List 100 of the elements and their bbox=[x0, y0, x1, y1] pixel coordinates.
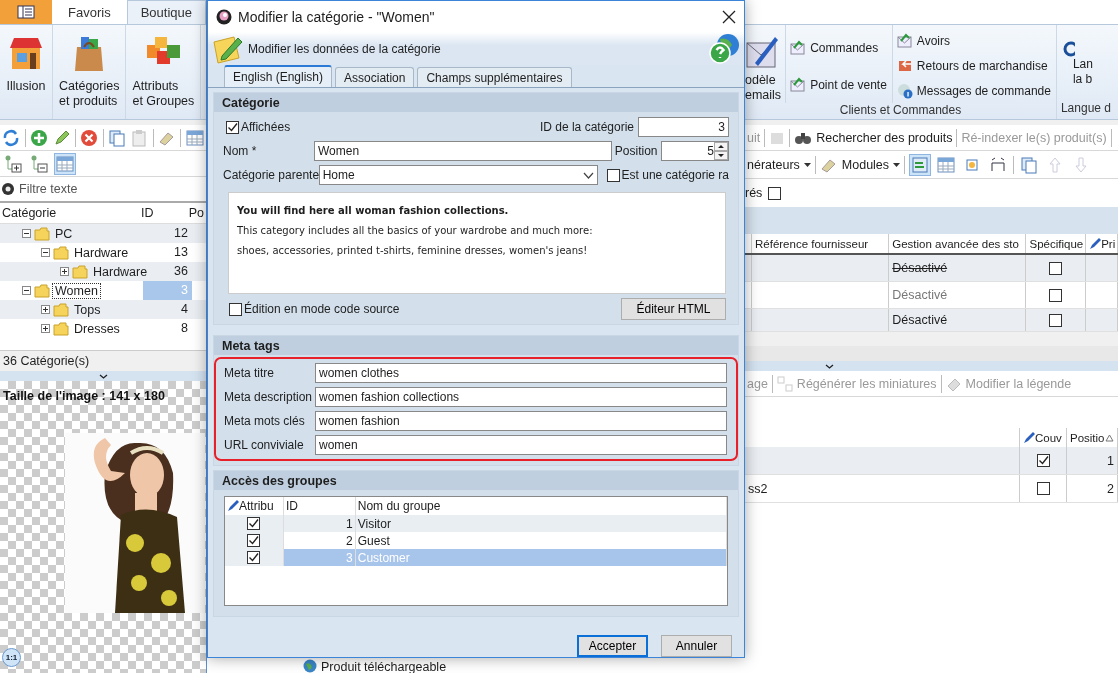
filter-field[interactable]: Filtre texte bbox=[19, 182, 199, 196]
input-field[interactable]: women bbox=[315, 435, 727, 455]
expand-icon[interactable] bbox=[41, 324, 50, 333]
settings-icon[interactable] bbox=[0, 181, 16, 197]
collapse-icon[interactable] bbox=[41, 248, 50, 257]
envelope-icon[interactable] bbox=[790, 76, 807, 93]
checkbox[interactable] bbox=[1036, 454, 1050, 467]
input-field[interactable]: women clothes bbox=[315, 363, 727, 383]
expand-icon[interactable] bbox=[60, 267, 69, 276]
zoom-button[interactable]: 1:1 bbox=[2, 648, 21, 667]
column-header[interactable]: ID bbox=[139, 206, 187, 220]
column-header[interactable]: Référence fournisseur bbox=[752, 234, 890, 253]
collapse-tree-icon[interactable] bbox=[30, 154, 48, 173]
tree-item[interactable]: PC bbox=[53, 226, 75, 241]
ribbon-button-label[interactable]: odèle emails bbox=[745, 73, 782, 103]
field-label: Catégorie parente bbox=[223, 168, 319, 182]
html-editor-button[interactable]: Éditeur HTML bbox=[621, 298, 726, 320]
checkbox[interactable] bbox=[229, 302, 242, 316]
toolbar-button[interactable]: Rechercher des produits bbox=[794, 130, 953, 145]
return-box-icon[interactable] bbox=[896, 58, 913, 74]
collapse-icon[interactable] bbox=[22, 286, 31, 295]
tree-item[interactable]: Hardware bbox=[72, 245, 131, 260]
tab[interactable]: Champs supplémentaires bbox=[417, 67, 572, 87]
spinner-icon[interactable] bbox=[714, 142, 728, 160]
input-field[interactable]: 3 bbox=[638, 117, 729, 137]
grid-icon[interactable] bbox=[56, 155, 74, 172]
column-header[interactable]: Gestion avancée des sto bbox=[889, 234, 1027, 253]
close-icon[interactable] bbox=[722, 9, 736, 24]
column-header[interactable]: Pri bbox=[1086, 234, 1118, 253]
tab[interactable]: English (English) bbox=[224, 65, 333, 87]
pencil-icon[interactable] bbox=[52, 128, 71, 147]
horizontal-scrollbar[interactable] bbox=[745, 346, 1118, 361]
swap-icon[interactable] bbox=[911, 155, 930, 174]
number-field[interactable]: 5 bbox=[661, 141, 729, 161]
collapse-icon[interactable] bbox=[22, 229, 31, 238]
input-field[interactable]: women fashion bbox=[315, 411, 727, 431]
ribbon-item[interactable]: Point de vente bbox=[810, 77, 887, 92]
checkbox[interactable] bbox=[768, 186, 782, 200]
chevron-down-icon[interactable] bbox=[825, 363, 834, 369]
expand-icon[interactable] bbox=[41, 305, 50, 314]
envelope-icon[interactable] bbox=[790, 39, 807, 56]
ribbon-item[interactable]: Commandes bbox=[810, 40, 879, 55]
table-cell: Désactivé bbox=[892, 288, 948, 302]
input-field[interactable]: women fashion collections bbox=[315, 387, 727, 407]
checkbox[interactable] bbox=[1049, 313, 1063, 327]
copy-icon[interactable] bbox=[1020, 155, 1039, 174]
message-info-icon[interactable] bbox=[896, 82, 913, 99]
dropdown-button[interactable]: Modules bbox=[819, 156, 901, 173]
column-header[interactable]: Catégorie bbox=[0, 206, 139, 220]
checkbox[interactable] bbox=[247, 551, 261, 564]
ribbon-tab[interactable]: Favoris bbox=[55, 0, 124, 24]
list-item[interactable]: Produit téléchargeable bbox=[321, 661, 447, 673]
envelope-icon[interactable] bbox=[896, 33, 913, 50]
ribbon-button-label[interactable]: Lan la b bbox=[1060, 57, 1093, 87]
column-header[interactable]: Po bbox=[186, 206, 206, 220]
dialog-button[interactable]: Accepter bbox=[577, 635, 648, 657]
copy-icon[interactable] bbox=[107, 128, 126, 147]
checkbox[interactable] bbox=[606, 168, 620, 182]
input-field[interactable]: Women bbox=[314, 141, 612, 161]
field-value: 5 bbox=[707, 144, 714, 158]
ribbon-button-label[interactable]: Illusion bbox=[6, 79, 46, 94]
text-editor[interactable]: You will find here all woman fashion collections. This category includes all the basics of your wardrobe and much more: shoes, accessories, printed t-shirts, feminine dresses, women's jeans! bbox=[228, 192, 726, 294]
checkbox[interactable] bbox=[226, 120, 239, 134]
table-cell: ss2 bbox=[748, 481, 768, 496]
clipboard-icon[interactable] bbox=[130, 128, 149, 147]
help-icon[interactable] bbox=[708, 32, 740, 65]
delete-icon[interactable] bbox=[80, 128, 99, 147]
app-menu-button[interactable] bbox=[0, 0, 53, 24]
checkbox[interactable] bbox=[247, 534, 261, 547]
checkbox[interactable] bbox=[1049, 288, 1063, 302]
refresh-icon[interactable] bbox=[2, 128, 21, 147]
ribbon-button-label[interactable]: Catégories et produits bbox=[59, 79, 120, 109]
tree-item[interactable]: Hardware bbox=[91, 264, 150, 279]
tree-item[interactable]: Dresses bbox=[72, 321, 122, 336]
tab[interactable]: Association bbox=[335, 67, 415, 87]
dialog-button[interactable]: Annuler bbox=[661, 635, 732, 657]
checkbox-label: Édition en mode code source bbox=[244, 302, 400, 316]
ribbon-tab[interactable]: Boutique bbox=[126, 0, 206, 24]
checkbox-label: rés bbox=[745, 186, 763, 200]
ribbon-item[interactable]: Messages de commande bbox=[916, 83, 1051, 98]
checkbox[interactable] bbox=[1036, 482, 1050, 495]
chevron-down-icon[interactable] bbox=[98, 373, 108, 379]
ribbon-button-label[interactable]: Attributs et Groupes bbox=[132, 79, 195, 109]
grid-icon[interactable] bbox=[937, 156, 956, 173]
dropdown-button[interactable]: nérateurs bbox=[747, 157, 811, 172]
field-label: URL conviviale bbox=[224, 438, 305, 452]
tree-item[interactable]: Women bbox=[53, 283, 100, 298]
dropdown-field[interactable]: Home bbox=[318, 165, 598, 185]
checkbox[interactable] bbox=[247, 517, 261, 530]
column-header[interactable]: Spécifique bbox=[1026, 234, 1087, 253]
tree-item[interactable]: Tops bbox=[72, 302, 103, 317]
add-icon[interactable] bbox=[29, 128, 48, 147]
table-cell: 2 bbox=[346, 533, 353, 548]
grid-icon[interactable] bbox=[185, 129, 204, 146]
checkbox[interactable] bbox=[1049, 261, 1063, 275]
section-title: Catégorie bbox=[214, 93, 738, 112]
ribbon-item[interactable]: Retours de marchandise bbox=[916, 59, 1048, 73]
expand-tree-icon[interactable] bbox=[4, 154, 22, 173]
ribbon-item[interactable]: Avoirs bbox=[916, 34, 950, 49]
table-cell-text: 8 bbox=[180, 320, 189, 337]
